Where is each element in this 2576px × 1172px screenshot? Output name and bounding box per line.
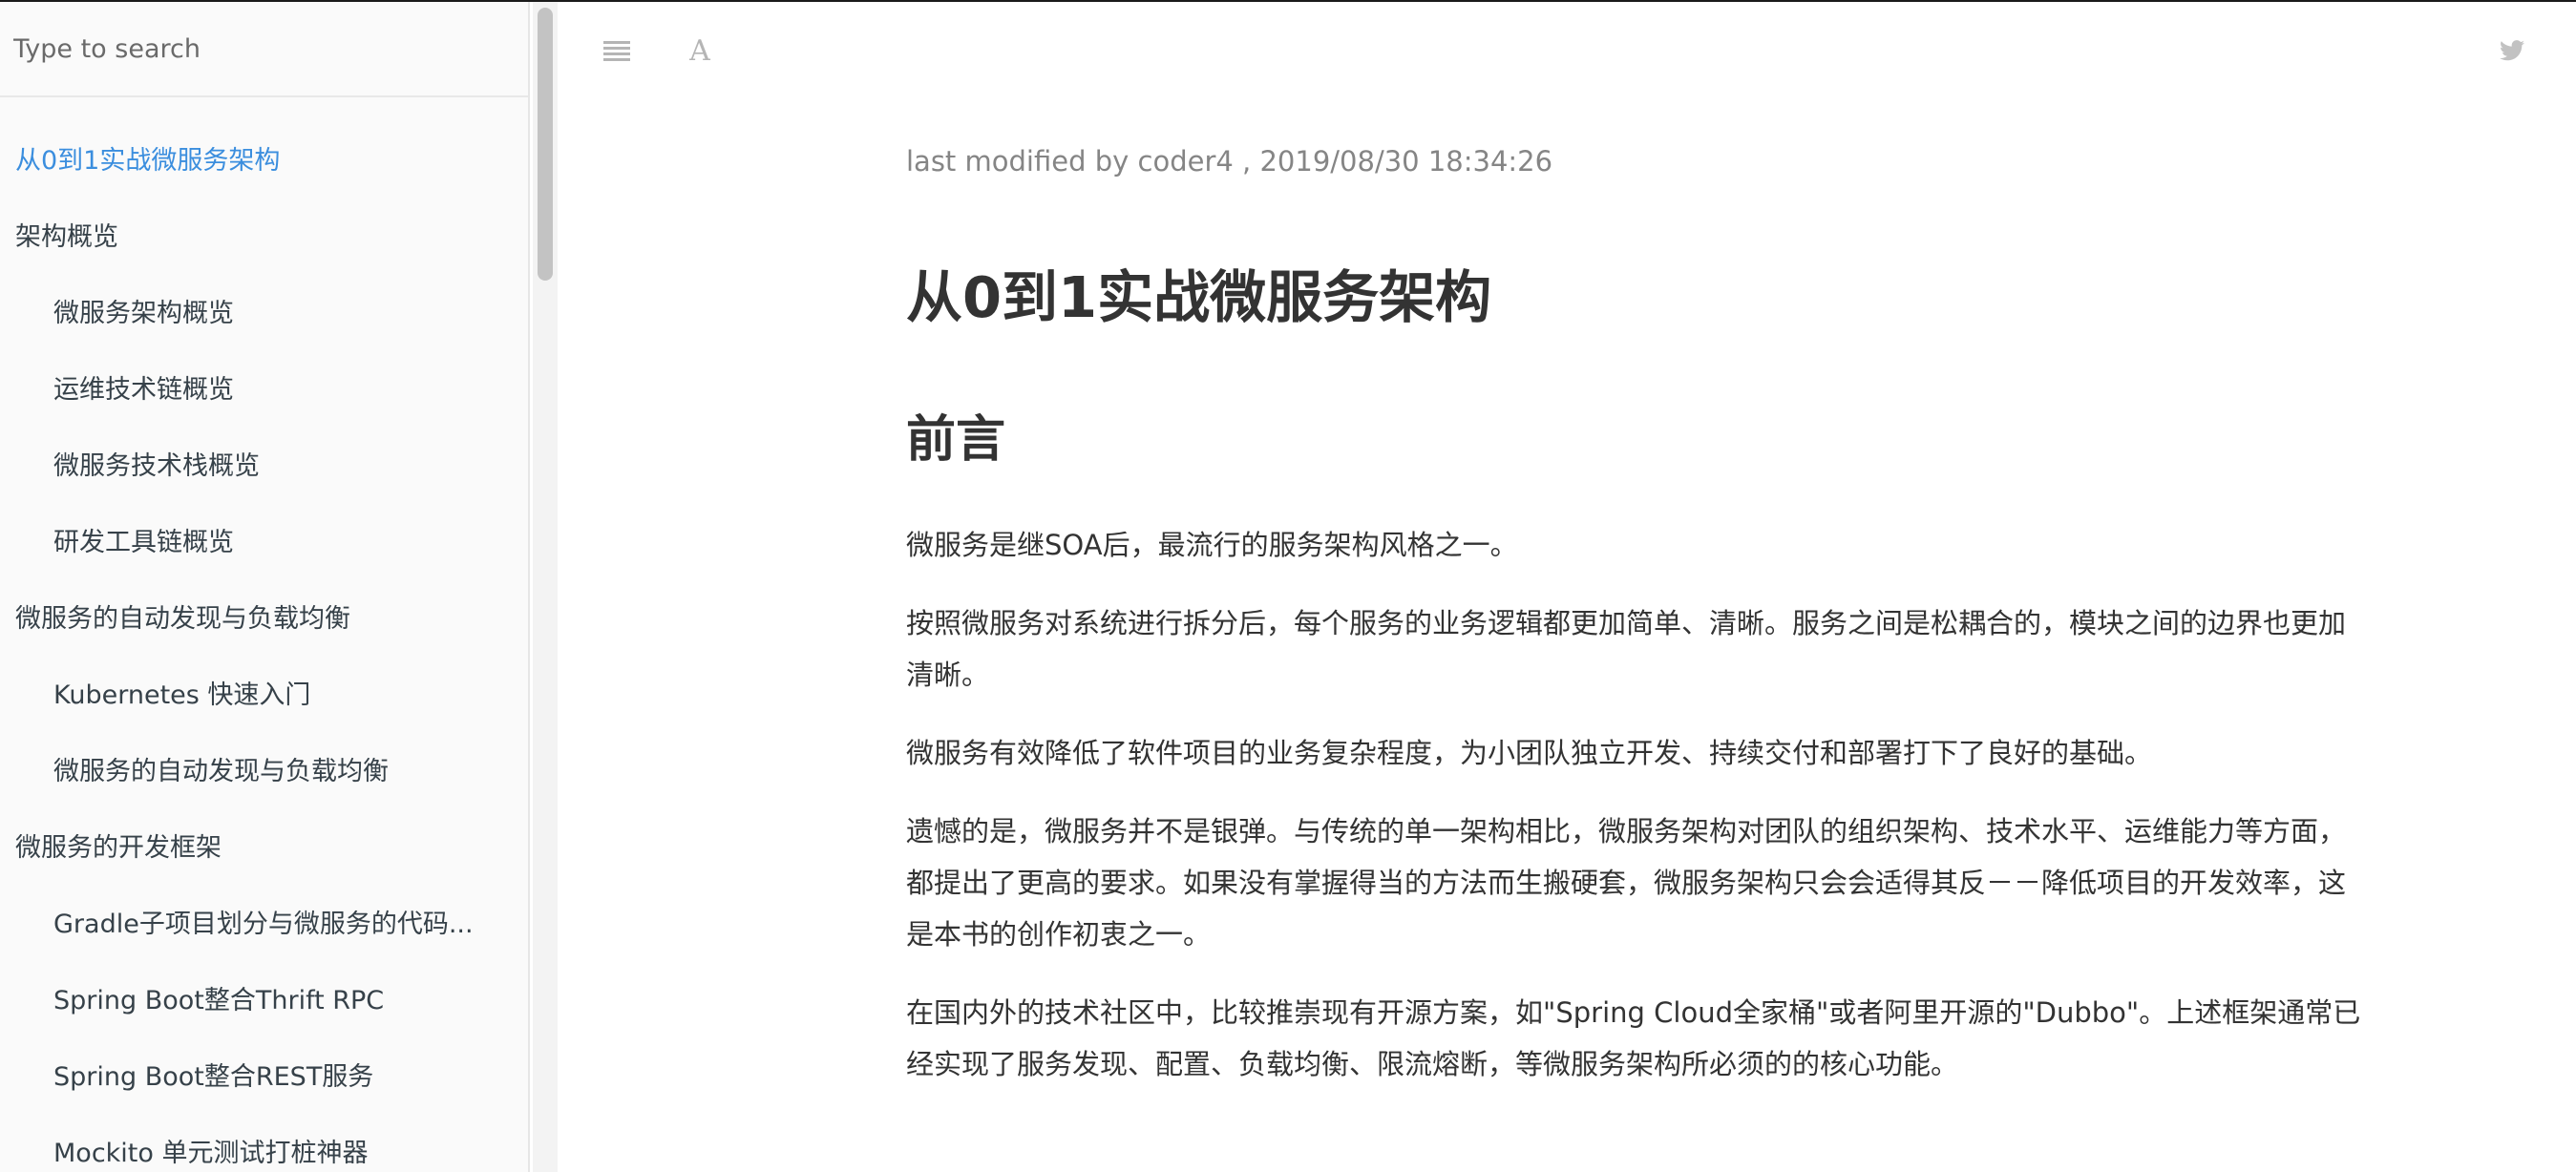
- toc-item-microservice-architecture[interactable]: 微服务架构概览: [0, 272, 528, 348]
- search-input[interactable]: [13, 33, 510, 64]
- toc-item-home[interactable]: 从0到1实战微服务架构: [0, 119, 528, 196]
- toc-item-gradle-subprojects[interactable]: Gradle子项目划分与微服务的代码...: [0, 883, 528, 959]
- paragraph: 遗憾的是，微服务并不是银弹。与传统的单一架构相比，微服务架构对团队的组织架构、技…: [906, 815, 2347, 952]
- article: last modified by coder4 , 2019/08/30 18:…: [906, 134, 2367, 1090]
- toc-item-mockito[interactable]: Mockito 单元测试打桩神器: [0, 1112, 528, 1172]
- font-settings-icon: A: [689, 33, 710, 68]
- sidebar-scrollbar-thumb[interactable]: [538, 8, 553, 281]
- sidebar: 从0到1实战微服务架构 架构概览 微服务架构概览 运维技术链概览 微服务技术栈概…: [0, 2, 530, 1172]
- toc-item-service-discovery[interactable]: 微服务的自动发现与负载均衡: [0, 730, 528, 806]
- toc-chapter-dev-framework[interactable]: 微服务的开发框架: [0, 806, 528, 883]
- menu-icon: [603, 41, 630, 61]
- toc-chapter-architecture-overview[interactable]: 架构概览: [0, 196, 528, 272]
- paragraph: 微服务有效降低了软件项目的业务复杂程度，为小团队独立开发、持续交付和部署打下了良…: [906, 737, 2153, 770]
- toc-item-ops-toolchain[interactable]: 运维技术链概览: [0, 348, 528, 425]
- twitter-share-button[interactable]: [2488, 27, 2536, 74]
- last-modified-info: last modified by coder4 , 2019/08/30 18:…: [906, 145, 1553, 178]
- toc-item-thrift-rpc[interactable]: Spring Boot整合Thrift RPC: [0, 959, 528, 1036]
- paragraph: 在国内外的技术社区中，比较推崇现有开源方案，如"Spring Cloud全家桶"…: [906, 996, 2361, 1081]
- font-settings-button[interactable]: A: [676, 27, 724, 74]
- toc-item-dev-toolchain[interactable]: 研发工具链概览: [0, 501, 528, 577]
- toc-item-kubernetes-intro[interactable]: Kubernetes 快速入门: [0, 654, 528, 730]
- paragraph: 微服务是继SOA后，最流行的服务架构风格之一。: [906, 529, 1518, 562]
- table-of-contents: 从0到1实战微服务架构 架构概览 微服务架构概览 运维技术链概览 微服务技术栈概…: [0, 97, 528, 1172]
- twitter-icon: [2500, 40, 2524, 61]
- toc-item-rest-service[interactable]: Spring Boot整合REST服务: [0, 1036, 528, 1112]
- toc-chapter-service-discovery[interactable]: 微服务的自动发现与负载均衡: [0, 577, 528, 654]
- paragraph: 按照微服务对系统进行拆分后，每个服务的业务逻辑都更加简单、清晰。服务之间是松耦合…: [906, 607, 2347, 692]
- menu-button[interactable]: [593, 27, 641, 74]
- toc-item-tech-stack[interactable]: 微服务技术栈概览: [0, 425, 528, 501]
- page-title: 从0到1实战微服务架构: [906, 264, 1492, 330]
- section-heading-preface: 前言: [906, 410, 1006, 469]
- search-box: [0, 2, 528, 97]
